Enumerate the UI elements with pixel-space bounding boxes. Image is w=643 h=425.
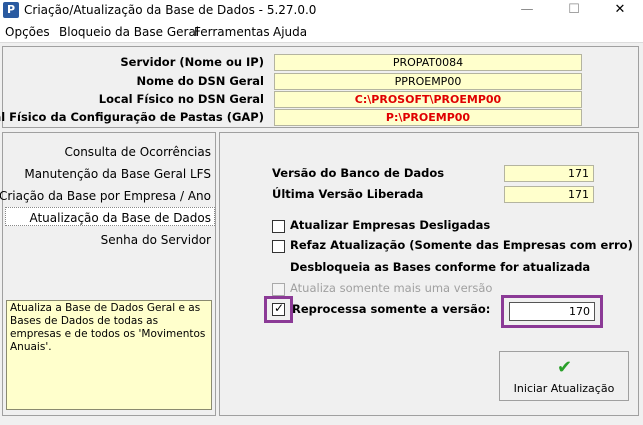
- start-update-label: Iniciar Atualização: [513, 382, 615, 395]
- dsn-label: Nome do DSN Geral: [136, 74, 264, 88]
- maximize-button[interactable]: ☐: [551, 0, 597, 22]
- menu-ferramentas[interactable]: Ferramentas: [194, 25, 270, 39]
- reprocess-checkbox[interactable]: ✓: [272, 301, 285, 316]
- gap-field: P:\PROEMP00: [274, 109, 582, 126]
- server-label: Servidor (Nome ou IP): [120, 55, 264, 69]
- menu-opcoes[interactable]: Opções: [5, 25, 50, 39]
- dsn-path-label: Local Físico no DSN Geral: [98, 92, 264, 106]
- menu-bar: Opções Bloqueio da Base Geral Ferramenta…: [0, 22, 643, 43]
- gap-label: Local Físico da Configuração de Pastas (…: [0, 110, 264, 124]
- redo-update-checkbox[interactable]: [272, 240, 285, 253]
- app-icon: P: [3, 2, 19, 18]
- checkmark-icon: ✔: [557, 357, 573, 378]
- nav-item-criacao[interactable]: Criação da Base por Empresa / Ano: [0, 189, 211, 203]
- redo-update-label: Refaz Atualização (Somente das Empresas …: [290, 238, 633, 252]
- close-button[interactable]: ✕: [597, 0, 643, 22]
- nav-item-senha[interactable]: Senha do Servidor: [101, 233, 211, 247]
- server-info-panel: Servidor (Nome ou IP) PROPAT0084 Nome do…: [0, 46, 639, 128]
- checkmark-icon: ✓: [274, 301, 285, 315]
- description-box: Atualiza a Base de Dados Geral e as Base…: [6, 300, 212, 410]
- nav-item-manutencao[interactable]: Manutenção da Base Geral LFS: [24, 167, 211, 181]
- nav-item-atualizacao[interactable]: Atualização da Base de Dados: [29, 211, 211, 225]
- dsn-field: PPROEMP00: [274, 73, 582, 90]
- update-panel: Versão do Banco de Dados 171 Última Vers…: [219, 132, 639, 416]
- last-release-field: 171: [504, 186, 594, 203]
- last-release-label: Última Versão Liberada: [272, 187, 424, 201]
- db-version-label: Versão do Banco de Dados: [272, 166, 445, 180]
- update-once-label: Atualiza somente mais uma versão: [290, 281, 493, 295]
- menu-bloqueio[interactable]: Bloqueio da Base Geral: [59, 25, 199, 39]
- title-bar: P Criação/Atualização da Base de Dados -…: [0, 0, 643, 22]
- server-field: PROPAT0084: [274, 54, 582, 71]
- nav-item-consulta[interactable]: Consulta de Ocorrências: [64, 145, 211, 159]
- update-disconnected-checkbox[interactable]: [272, 220, 285, 233]
- reprocess-version-input[interactable]: 170: [509, 302, 595, 321]
- dsn-path-field: C:\PROSOFT\PROEMP00: [274, 91, 582, 108]
- window-title: Criação/Atualização da Base de Dados - 5…: [24, 3, 317, 17]
- nav-panel: Consulta de Ocorrências Manutenção da Ba…: [0, 132, 216, 416]
- menu-ajuda[interactable]: Ajuda: [273, 25, 307, 39]
- minimize-button[interactable]: —: [504, 0, 550, 22]
- db-version-field: 171: [504, 165, 594, 182]
- unlock-note: Desbloqueia as Bases conforme for atuali…: [290, 260, 591, 274]
- reprocess-label: Reprocessa somente a versão:: [292, 302, 491, 316]
- update-once-checkbox[interactable]: [272, 283, 285, 296]
- update-disconnected-label: Atualizar Empresas Desligadas: [290, 218, 491, 232]
- start-update-button[interactable]: ✔ Iniciar Atualização: [499, 351, 629, 401]
